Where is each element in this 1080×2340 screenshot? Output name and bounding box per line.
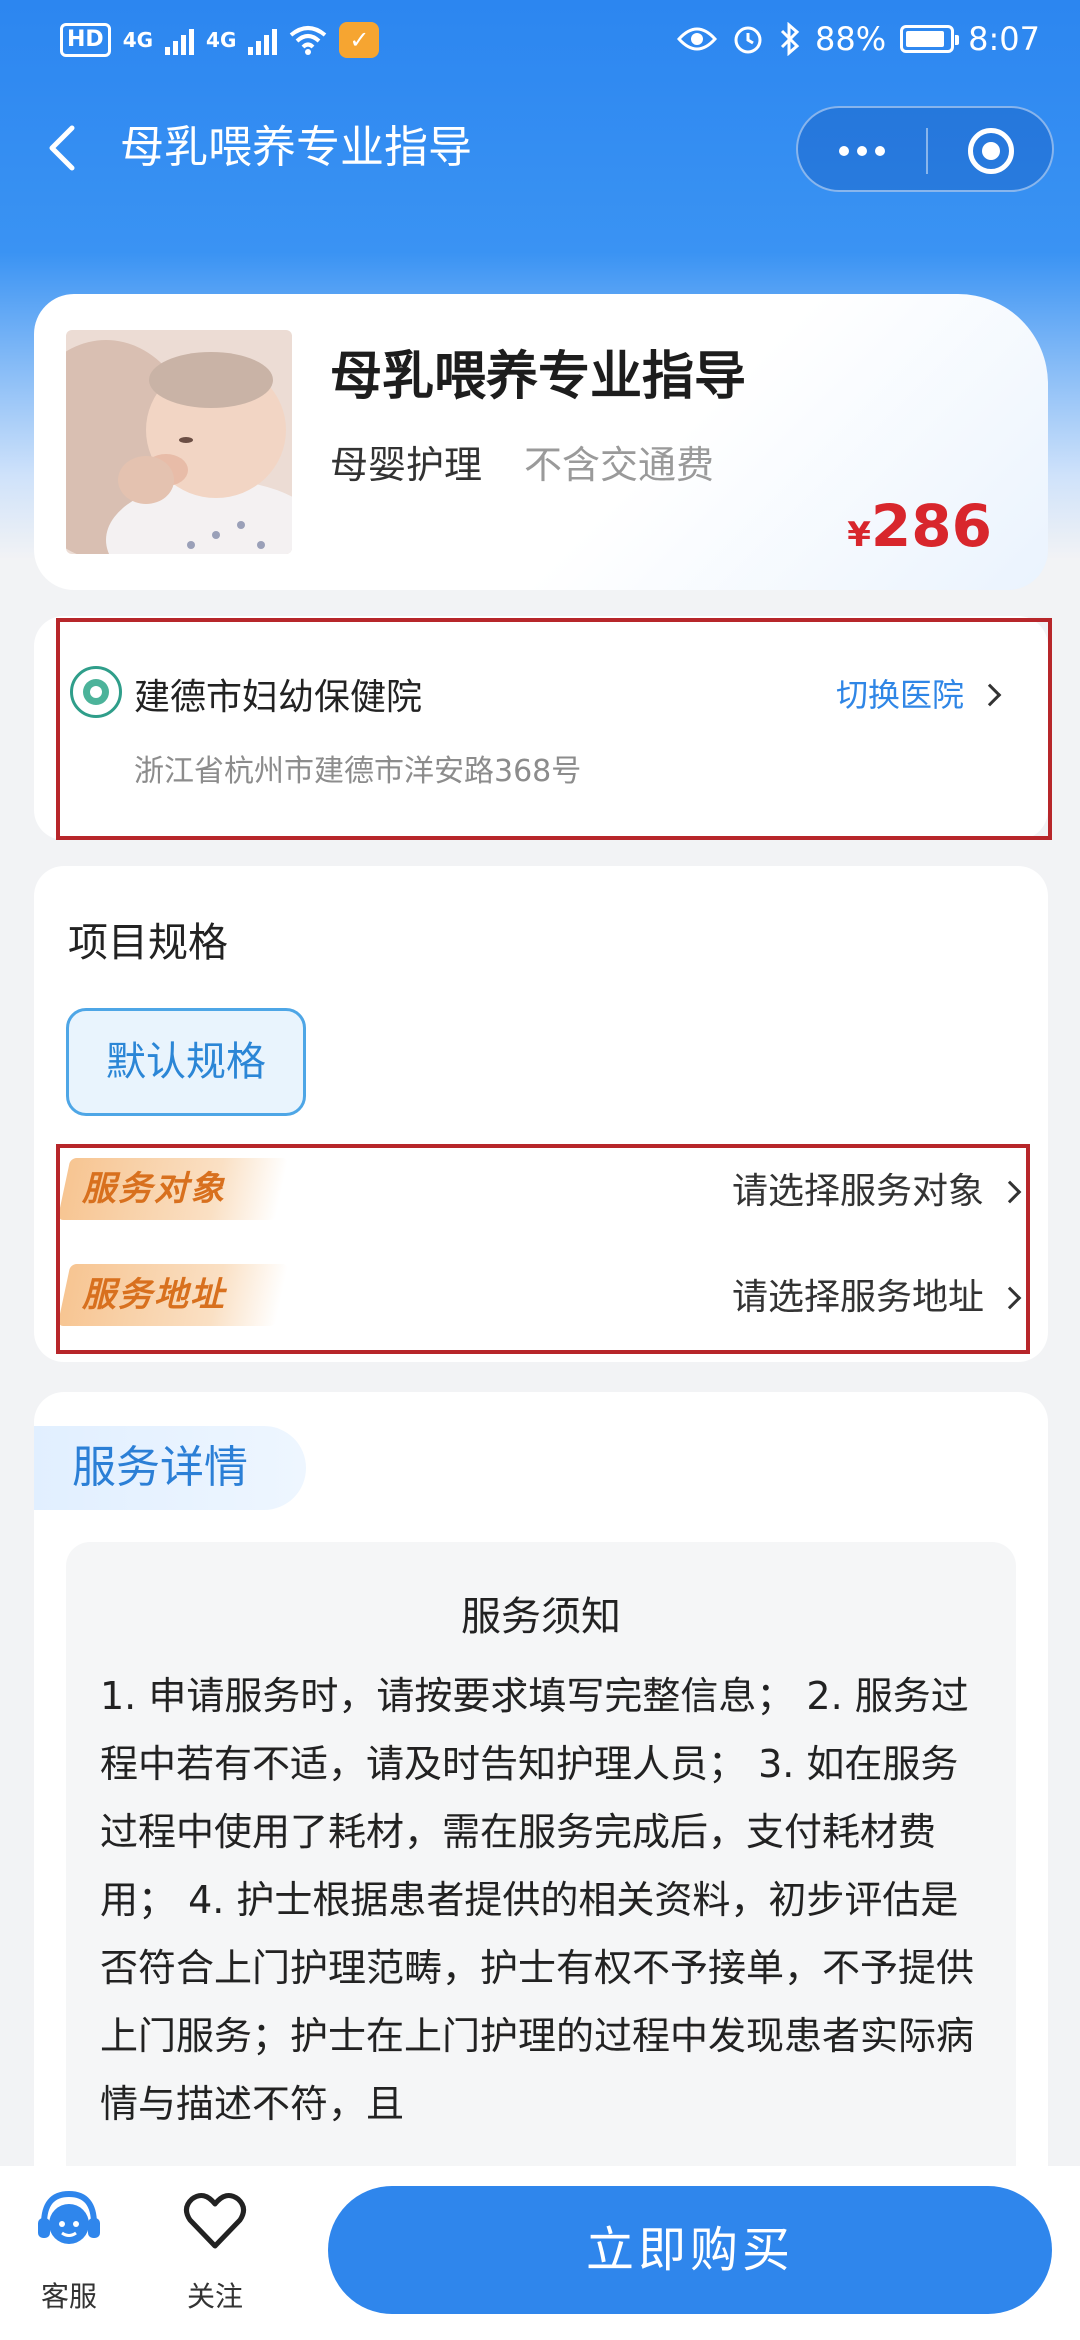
product-card: 母乳喂养专业指导 母婴护理 不含交通费 ¥286 (34, 294, 1048, 590)
follow-label: 关注 (186, 2280, 243, 2313)
hd-badge: HD (60, 23, 111, 57)
product-category: 母婴护理 (330, 443, 483, 487)
spec-option-default[interactable]: 默认规格 (66, 1008, 306, 1116)
spec-title: 项目规格 (68, 920, 228, 966)
sim1-network-label: 4G (122, 28, 154, 52)
product-title: 母乳喂养专业指导 (330, 347, 747, 407)
notice-title: 服务须知 (461, 1594, 621, 1640)
follow-button[interactable]: 关注 (160, 2186, 270, 2315)
back-arrow-icon[interactable] (36, 120, 92, 176)
customer-service-label: 客服 (40, 2280, 97, 2313)
bluetooth-icon (780, 22, 800, 56)
notice-text: 1. 申请服务时，请按要求填写完整信息； 2. 服务过程中若有不适，请及时告知护… (100, 1674, 975, 2126)
price-currency: ¥ (847, 515, 871, 555)
sim2-network-label: 4G (206, 28, 237, 52)
clock-time: 8:07 (968, 20, 1040, 58)
page-title: 母乳喂养专业指导 (120, 122, 472, 173)
product-price: ¥286 (847, 492, 992, 560)
alarm-icon (734, 26, 762, 54)
signal-icon (165, 25, 195, 55)
battery-icon (900, 25, 960, 53)
product-note: 不含交通费 (524, 443, 715, 487)
status-bar: HD 4G 4G ✓ 88% 8:07 (0, 0, 1080, 84)
customer-service-button[interactable]: 客服 (14, 2186, 124, 2315)
highlight-box-service (56, 1144, 1030, 1354)
customer-service-icon (38, 2190, 100, 2244)
miniprogram-capsule (796, 106, 1054, 192)
signal-icon (248, 25, 278, 55)
heart-icon (184, 2192, 246, 2249)
price-value: 286 (870, 492, 992, 560)
eye-icon (677, 27, 718, 51)
app-notification-icon: ✓ (339, 22, 380, 58)
bottom-action-bar: 客服 关注 立即购买 (0, 2166, 1080, 2340)
more-options-icon[interactable] (798, 108, 926, 194)
navigation-bar: 母乳喂养专业指导 (0, 100, 1080, 196)
tab-service-details[interactable]: 服务详情 (34, 1426, 306, 1510)
close-miniprogram-icon[interactable] (928, 108, 1056, 194)
wifi-icon (290, 26, 327, 55)
product-image (66, 330, 292, 554)
buy-now-button[interactable]: 立即购买 (328, 2186, 1052, 2314)
battery-percent: 88% (815, 20, 887, 58)
highlight-box-hospital (56, 618, 1052, 840)
